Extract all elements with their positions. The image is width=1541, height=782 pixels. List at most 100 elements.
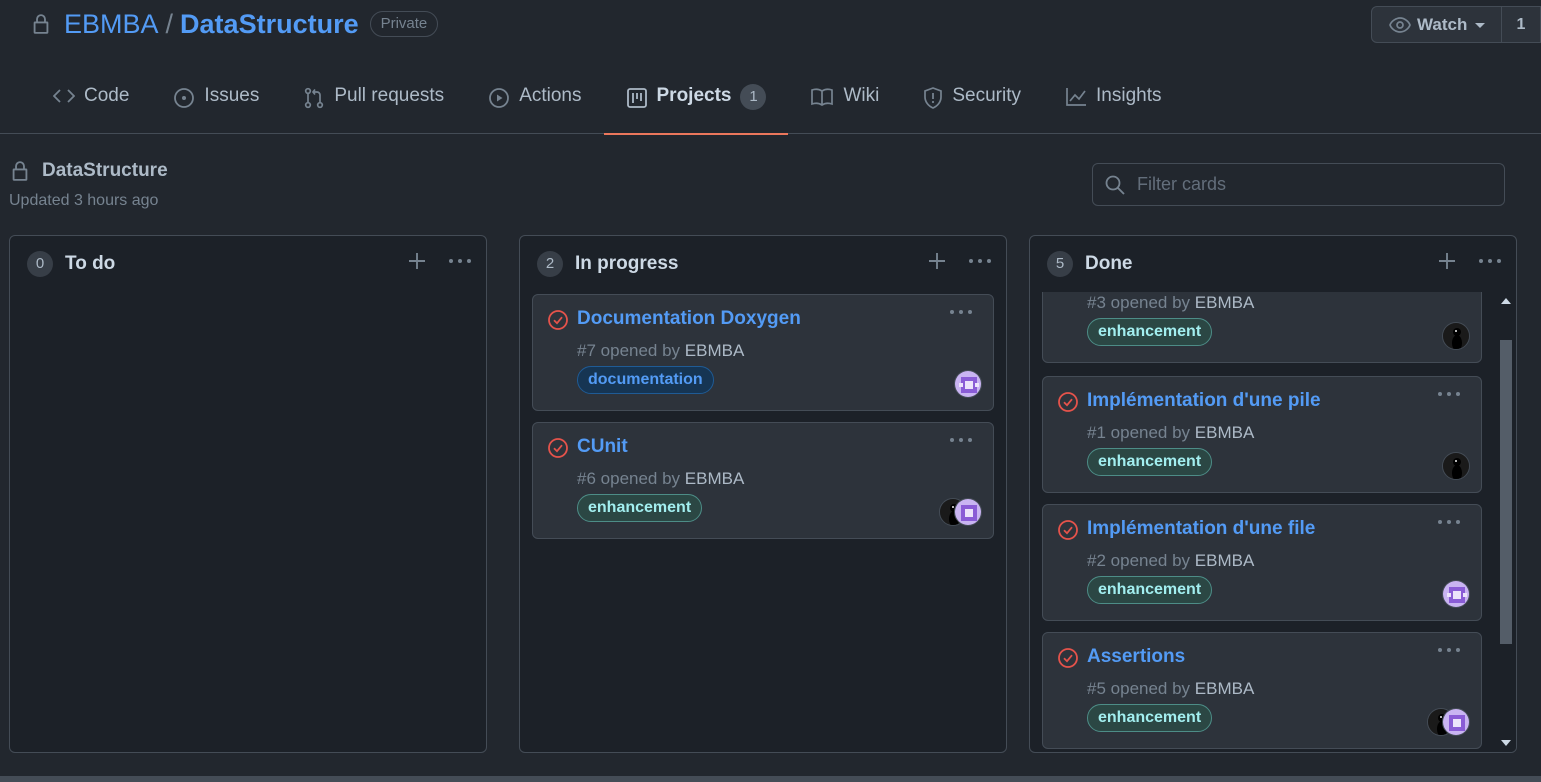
code-icon <box>53 87 75 105</box>
card-meta: #1 opened by EBMBA <box>1087 423 1254 443</box>
kebab-horizontal-icon[interactable] <box>1437 391 1461 397</box>
watch-button[interactable]: Watch <box>1372 7 1502 42</box>
tab-wiki[interactable]: Wiki <box>788 72 901 134</box>
issue-number: #5 <box>1087 679 1106 698</box>
issue-card[interactable]: Assertions #5 opened by EBMBA enhancemen… <box>1042 632 1482 749</box>
tab-code[interactable]: Code <box>31 72 151 134</box>
opened-by-text: opened by <box>600 341 681 360</box>
card-title-link[interactable]: CUnit <box>577 436 628 458</box>
project-icon <box>626 87 648 109</box>
author-link[interactable]: EBMBA <box>1195 551 1255 570</box>
tab-pull-requests[interactable]: Pull requests <box>281 72 466 134</box>
column-count: 0 <box>27 251 53 277</box>
column-name: Done <box>1085 253 1133 274</box>
avatar[interactable] <box>1442 452 1470 480</box>
author-link[interactable]: EBMBA <box>1195 423 1255 442</box>
avatar[interactable] <box>954 370 982 398</box>
book-icon <box>810 87 834 107</box>
card-title-link[interactable]: Implémentation d'une pile <box>1087 390 1321 412</box>
label-documentation[interactable]: documentation <box>577 366 714 394</box>
graph-icon <box>1065 87 1087 107</box>
kebab-horizontal-icon[interactable] <box>949 309 973 315</box>
scroll-up-arrow-icon[interactable] <box>1501 297 1511 305</box>
issue-card[interactable]: #3 opened by EBMBA enhancement <box>1042 292 1482 363</box>
assignees <box>939 498 982 528</box>
eye-icon <box>1389 16 1411 33</box>
author-link[interactable]: EBMBA <box>1195 679 1255 698</box>
repo-owner-link[interactable]: EBMBA <box>64 9 159 40</box>
column-header: 0 To do <box>10 236 486 292</box>
issue-card[interactable]: Documentation Doxygen #7 opened by EBMBA… <box>532 294 994 411</box>
card-title-link[interactable]: Assertions <box>1087 646 1185 668</box>
opened-by-text: opened by <box>1110 293 1191 312</box>
issue-number: #7 <box>577 341 596 360</box>
avatar[interactable] <box>1442 580 1470 608</box>
filter-cards-input[interactable] <box>1137 174 1504 195</box>
path-separator: / <box>165 8 174 39</box>
plus-icon[interactable] <box>408 252 426 270</box>
search-icon <box>1104 174 1126 196</box>
repo-header: EBMBA / DataStructure Private Watch 1 Co… <box>0 0 1541 135</box>
tab-actions[interactable]: Actions <box>466 72 603 134</box>
tab-label: Security <box>952 85 1022 106</box>
issue-card[interactable]: Implémentation d'une pile #1 opened by E… <box>1042 376 1482 493</box>
tab-insights[interactable]: Insights <box>1043 72 1183 134</box>
kebab-horizontal-icon[interactable] <box>448 258 472 264</box>
card-meta: #3 opened by EBMBA <box>1087 293 1254 313</box>
issue-number: #2 <box>1087 551 1106 570</box>
plus-icon[interactable] <box>1438 252 1456 270</box>
closed-issue-icon <box>1057 391 1079 413</box>
projects-counter: 1 <box>740 84 767 110</box>
tab-issues[interactable]: Issues <box>151 72 281 134</box>
watch-group: Watch 1 <box>1371 6 1541 43</box>
avatar[interactable] <box>1442 708 1470 736</box>
closed-issue-icon <box>1057 519 1079 541</box>
visibility-badge: Private <box>369 11 439 37</box>
author-link[interactable]: EBMBA <box>685 341 745 360</box>
watch-label: Watch <box>1417 14 1468 34</box>
filter-cards-box <box>1092 163 1505 206</box>
kebab-horizontal-icon[interactable] <box>968 258 992 264</box>
issue-card[interactable]: CUnit #6 opened by EBMBA enhancement <box>532 422 994 539</box>
issue-card[interactable]: Implémentation d'une file #2 opened by E… <box>1042 504 1482 621</box>
tab-label: Actions <box>519 85 582 106</box>
card-title-link[interactable]: Documentation Doxygen <box>577 308 801 330</box>
closed-issue-icon <box>1057 647 1079 669</box>
project-updated: Updated 3 hours ago <box>9 192 159 209</box>
project-title: DataStructure <box>10 160 168 182</box>
scroll-down-arrow-icon[interactable] <box>1501 739 1511 747</box>
avatar[interactable] <box>1442 322 1470 350</box>
caret-down-icon <box>1473 20 1487 30</box>
kebab-horizontal-icon[interactable] <box>949 437 973 443</box>
label-enhancement[interactable]: enhancement <box>1087 318 1213 346</box>
avatar[interactable] <box>954 498 982 526</box>
plus-icon[interactable] <box>928 252 946 270</box>
closed-issue-icon <box>547 309 569 331</box>
tab-security[interactable]: Security <box>901 72 1043 134</box>
tab-projects[interactable]: Projects 1 <box>603 72 789 135</box>
issue-number: #6 <box>577 469 596 488</box>
kebab-horizontal-icon[interactable] <box>1437 519 1461 525</box>
card-meta: #7 opened by EBMBA <box>577 341 744 361</box>
card-meta: #6 opened by EBMBA <box>577 469 744 489</box>
scrollbar-thumb[interactable] <box>1500 340 1512 644</box>
kebab-horizontal-icon[interactable] <box>1478 258 1502 264</box>
card-title-link[interactable]: Implémentation d'une file <box>1087 518 1315 540</box>
kebab-horizontal-icon[interactable] <box>1437 647 1461 653</box>
author-link[interactable]: EBMBA <box>1195 293 1255 312</box>
label-enhancement[interactable]: enhancement <box>1087 704 1213 732</box>
label-enhancement[interactable]: enhancement <box>577 494 703 522</box>
lock-icon <box>10 160 30 182</box>
tab-label: Insights <box>1096 85 1162 106</box>
label-enhancement[interactable]: enhancement <box>1087 576 1213 604</box>
horizontal-scrollbar[interactable] <box>0 776 1541 782</box>
watchers-count[interactable]: 1 <box>1502 7 1540 42</box>
label-enhancement[interactable]: enhancement <box>1087 448 1213 476</box>
issue-number: #3 <box>1087 293 1106 312</box>
issue-number: #1 <box>1087 423 1106 442</box>
column-scrollbar[interactable] <box>1496 292 1516 752</box>
repo-name-link[interactable]: DataStructure <box>180 9 359 40</box>
column-name: To do <box>65 253 116 274</box>
author-link[interactable]: EBMBA <box>685 469 745 488</box>
column-cards-scroll[interactable]: #3 opened by EBMBA enhancement Implément… <box>1030 292 1516 752</box>
